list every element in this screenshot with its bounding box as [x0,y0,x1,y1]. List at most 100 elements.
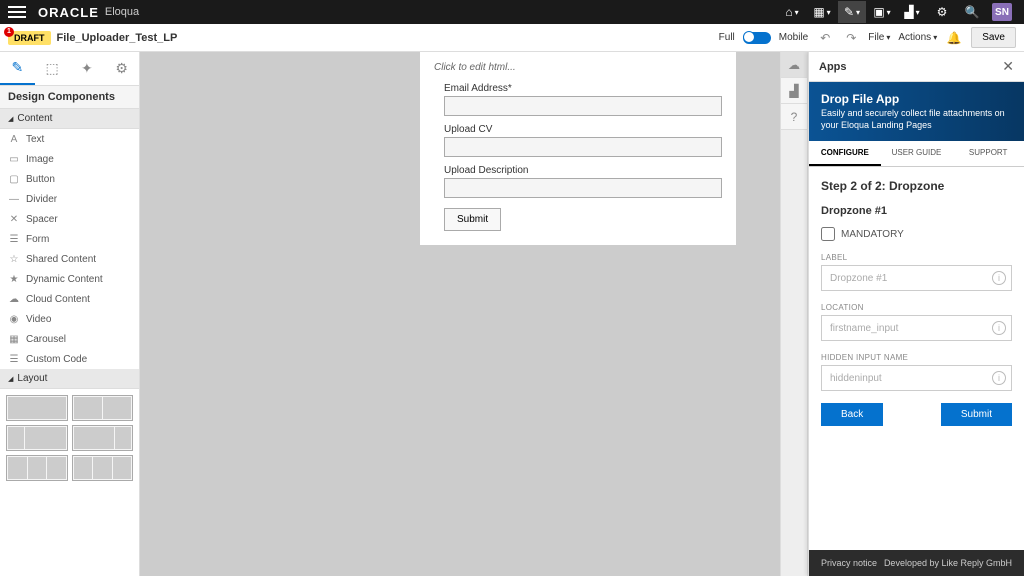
cloud-icon: ☁ [8,293,20,305]
info-icon[interactable]: i [992,271,1006,285]
home-icon[interactable]: ⌂▾ [778,1,806,23]
comp-form[interactable]: ☰Form [0,229,139,249]
sub-toolbar: 1 DRAFT File_Uploader_Test_LP Full Mobil… [0,24,1024,52]
comp-cloud[interactable]: ☁Cloud Content [0,289,139,309]
layout-2col[interactable] [72,395,134,421]
comp-code[interactable]: ☰Custom Code [0,349,139,369]
chart-rail-icon[interactable]: ▟ [781,78,807,104]
dropzone-title: Dropzone #1 [821,205,1012,217]
comp-dynamic[interactable]: ★Dynamic Content [0,269,139,289]
help-rail-icon[interactable]: ? [781,104,807,130]
info-icon[interactable]: i [992,321,1006,335]
location-field-input[interactable] [821,315,1012,341]
redo-icon[interactable]: ↷ [842,30,860,46]
hamburger-icon[interactable] [8,6,26,18]
back-button[interactable]: Back [821,403,883,426]
page-title: File_Uploader_Test_LP [57,32,178,44]
email-label: Email Address* [444,83,722,94]
carousel-icon: ▦ [8,333,20,345]
product-name: Eloqua [105,6,139,18]
file-menu[interactable]: File ▾ [868,32,890,43]
oracle-logo: ORACLE [38,5,99,20]
desc-label: Upload Description [444,165,722,176]
privacy-link[interactable]: Privacy notice [821,558,877,568]
settings-tab-icon[interactable]: ⚙ [104,52,139,85]
layout-2col-left[interactable] [6,425,68,451]
apps-header-title: Apps [819,61,847,73]
edit-icon[interactable]: ✎▾ [838,1,866,23]
app-hero-title: Drop File App [821,92,1012,106]
layout-section-header[interactable]: Layout [0,369,139,389]
canvas[interactable]: Click to edit html... Email Address* Upl… [140,52,780,576]
location-field-label: LOCATION [821,303,1012,312]
hidden-field-label: HIDDEN INPUT NAME [821,353,1012,362]
cv-label: Upload CV [444,124,722,135]
hidden-field-input[interactable] [821,365,1012,391]
image-icon[interactable]: ▣▾ [868,1,896,23]
mandatory-label: MANDATORY [841,229,904,240]
box-tab-icon[interactable]: ⬚ [35,52,70,85]
layout-2col-right[interactable] [72,425,134,451]
comp-video[interactable]: ◉Video [0,309,139,329]
email-input[interactable] [444,96,722,116]
tab-configure[interactable]: CONFIGURE [809,141,881,166]
comp-image[interactable]: ▭Image [0,149,139,169]
app-body: Step 2 of 2: Dropzone Dropzone #1 MANDAT… [809,167,1024,550]
undo-icon[interactable]: ↶ [816,30,834,46]
edit-hint: Click to edit html... [434,62,722,73]
full-label: Full [719,32,735,43]
label-field-label: LABEL [821,253,1012,262]
desc-input[interactable] [444,178,722,198]
app-hero: Drop File App Easily and securely collec… [809,82,1024,141]
image-comp-icon: ▭ [8,153,20,165]
comp-button[interactable]: ▢Button [0,169,139,189]
spacer-icon: ✕ [8,213,20,225]
form-block[interactable]: Click to edit html... Email Address* Upl… [420,52,736,245]
app-footer: Privacy notice Developed by Like Reply G… [809,550,1024,576]
save-button[interactable]: Save [971,27,1016,48]
actions-menu[interactable]: Actions ▾ [898,32,937,43]
draft-count-badge: 1 [4,27,14,37]
layout-3col-alt[interactable] [72,455,134,481]
form-submit-button[interactable]: Submit [444,208,501,231]
close-icon[interactable]: ✕ [1002,58,1014,75]
app-hero-desc: Easily and securely collect file attachm… [821,108,1012,131]
step-title: Step 2 of 2: Dropzone [821,179,1012,193]
user-avatar[interactable]: SN [988,1,1016,23]
layout-grid [0,389,139,487]
grid-icon[interactable]: ▦▾ [808,1,836,23]
shared-icon: ☆ [8,253,20,265]
content-section-header[interactable]: Content [0,109,139,129]
left-sidebar: ✎ ⬚ ✦ ⚙ Design Components Content AText … [0,52,140,576]
wand-tab-icon[interactable]: ✦ [70,52,105,85]
developed-by: Developed by Like Reply GmbH [884,558,1012,568]
submit-button[interactable]: Submit [941,403,1012,426]
mini-rail: ☁ ▟ ? [780,52,808,576]
button-comp-icon: ▢ [8,173,20,185]
layout-1col[interactable] [6,395,68,421]
tab-userguide[interactable]: USER GUIDE [881,141,953,166]
gear-icon[interactable]: ⚙ [928,1,956,23]
bell-icon[interactable]: 🔔 [945,30,963,46]
comp-carousel[interactable]: ▦Carousel [0,329,139,349]
info-icon[interactable]: i [992,371,1006,385]
device-toggle[interactable] [743,32,771,44]
mandatory-checkbox[interactable] [821,227,835,241]
comp-divider[interactable]: —Divider [0,189,139,209]
layout-3col[interactable] [6,455,68,481]
mobile-label: Mobile [779,32,808,43]
label-field-input[interactable] [821,265,1012,291]
chart-icon[interactable]: ▟▾ [898,1,926,23]
design-tab-icon[interactable]: ✎ [0,52,35,85]
comp-spacer[interactable]: ✕Spacer [0,209,139,229]
tab-support[interactable]: SUPPORT [952,141,1024,166]
app-tabs: CONFIGURE USER GUIDE SUPPORT [809,141,1024,167]
search-icon[interactable]: 🔍 [958,1,986,23]
top-navbar: ORACLE Eloqua ⌂▾ ▦▾ ✎▾ ▣▾ ▟▾ ⚙ 🔍 SN [0,0,1024,24]
comp-shared[interactable]: ☆Shared Content [0,249,139,269]
cloud-rail-icon[interactable]: ☁ [781,52,807,78]
video-icon: ◉ [8,313,20,325]
draft-badge: 1 DRAFT [8,31,51,45]
cv-input[interactable] [444,137,722,157]
comp-text[interactable]: AText [0,129,139,149]
